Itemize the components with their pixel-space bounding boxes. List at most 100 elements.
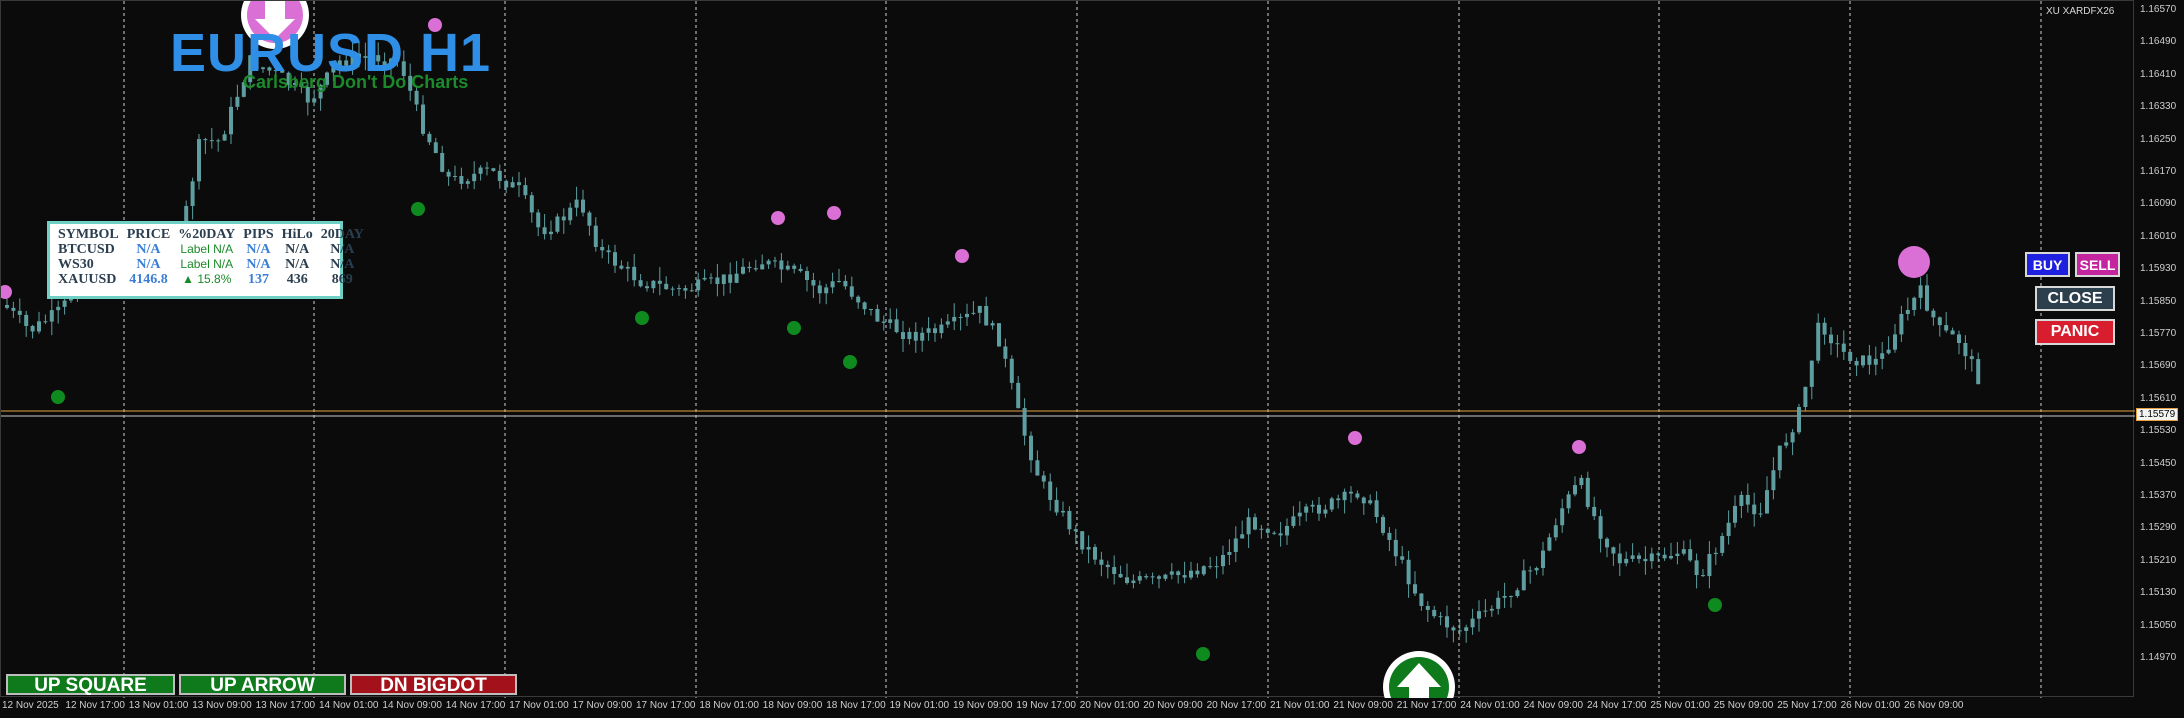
candle-body: [523, 185, 528, 196]
candle-body: [843, 280, 848, 287]
candle-body: [1649, 553, 1654, 562]
candle-body: [1457, 630, 1462, 632]
candle-body: [1765, 490, 1769, 514]
panel-row: BTCUSD N/A Label N/A N/A N/A N/A: [54, 242, 368, 257]
panel-symbol: WS30: [58, 257, 94, 272]
candle-body: [779, 260, 784, 270]
chart-area[interactable]: [0, 0, 2135, 698]
candle-body: [1393, 539, 1398, 557]
candle-body: [1419, 593, 1424, 606]
candle-body: [197, 139, 201, 182]
candle-body: [1822, 322, 1827, 335]
candle-body: [1259, 528, 1264, 530]
time-axis-label: 14 Nov 17:00: [445, 700, 506, 711]
candle-body: [702, 277, 707, 280]
panel-hilo: 436: [286, 272, 308, 287]
candle-body: [1560, 508, 1565, 526]
candle-body: [670, 288, 675, 290]
candle-body: [1201, 566, 1206, 575]
sell-signal-dot: [955, 249, 969, 263]
candle-body: [862, 302, 867, 310]
candle-body: [1157, 576, 1161, 579]
candle-body: [235, 96, 240, 107]
candle-body: [1022, 408, 1027, 436]
candle-body: [1253, 517, 1257, 530]
close-button[interactable]: CLOSE: [2035, 286, 2115, 311]
candle-body: [5, 305, 9, 308]
candle-body: [709, 277, 713, 279]
candle-body: [485, 167, 489, 169]
candle-body: [926, 328, 931, 333]
price-axis-label: 1.16170: [2140, 166, 2177, 177]
candle-body: [427, 133, 432, 143]
buy-button[interactable]: BUY: [2025, 252, 2070, 277]
up-square-button[interactable]: UP SQUARE: [6, 674, 175, 695]
candle-body: [465, 181, 470, 184]
panel-20day: N/A: [330, 257, 355, 272]
candle-body: [907, 331, 912, 340]
time-axis-label: 21 Nov 09:00: [1333, 700, 1393, 711]
candle-body: [1278, 533, 1283, 536]
candle-body: [1317, 504, 1321, 514]
candle-body: [984, 305, 989, 326]
candle-body: [510, 182, 515, 188]
time-axis-label: 17 Nov 17:00: [636, 700, 696, 711]
price-chart[interactable]: [1, 1, 2135, 698]
sell-button[interactable]: SELL: [2075, 252, 2120, 277]
candle-body: [1368, 500, 1373, 504]
candle-body: [1976, 359, 1981, 385]
candle-body: [561, 216, 566, 221]
time-axis-label: 18 Nov 01:00: [699, 700, 759, 711]
candle-body: [1221, 554, 1225, 567]
candle-body: [555, 216, 560, 232]
candle-body: [1304, 506, 1309, 513]
panel-price: N/A: [136, 242, 161, 257]
candle-body: [1944, 325, 1949, 331]
candle-body: [1381, 517, 1385, 533]
candle-body: [734, 273, 739, 283]
candle-body: [1144, 576, 1149, 578]
sell-signal-dot: [1898, 246, 1930, 278]
candle-body: [1336, 498, 1341, 501]
candle-body: [894, 319, 899, 333]
candle-body: [1541, 550, 1545, 568]
candle-body: [1585, 477, 1590, 507]
candle-body: [69, 298, 73, 301]
up-arrow-button[interactable]: UP ARROW: [179, 674, 346, 695]
candle-body: [1720, 536, 1725, 553]
candle-body: [1873, 358, 1878, 365]
candle-body: [875, 308, 880, 322]
time-axis-label: 19 Nov 01:00: [889, 700, 950, 711]
candle-body: [939, 324, 944, 334]
candle-body: [1707, 553, 1712, 577]
candle-body: [433, 142, 438, 153]
time-axis-label: 14 Nov 01:00: [319, 700, 379, 711]
candle-body: [1464, 627, 1469, 631]
time-axis-label: 24 Nov 17:00: [1587, 700, 1647, 711]
candle-body: [1752, 504, 1757, 515]
candle-body: [1630, 555, 1635, 559]
price-axis-label: 1.15930: [2140, 263, 2177, 275]
candle-body: [1553, 525, 1558, 538]
panel-header-price: PRICE: [126, 227, 171, 242]
candle-body: [600, 246, 605, 251]
candle-body: [1208, 566, 1213, 568]
candle-body: [1688, 549, 1693, 561]
candle-body: [49, 310, 54, 322]
candle-body: [1137, 576, 1142, 581]
price-axis-label: 1.15050: [2140, 619, 2177, 631]
candle-body: [1899, 313, 1904, 335]
panel-20day: 869: [331, 272, 353, 287]
price-axis-label: 1.16250: [2140, 133, 2177, 145]
candle-body: [1809, 360, 1814, 387]
price-axis-label: 1.15370: [2140, 490, 2177, 501]
panic-button[interactable]: PANIC: [2035, 319, 2115, 345]
dn-bigdot-button[interactable]: DN BIGDOT: [350, 674, 517, 695]
panel-header-pips: PIPS: [243, 227, 274, 242]
candle-body: [312, 98, 317, 103]
panel-price: N/A: [136, 257, 161, 272]
candle-body: [1086, 547, 1091, 550]
candle-body: [792, 265, 797, 269]
panel-pct-label: Label: [180, 242, 210, 256]
candle-body: [1534, 567, 1539, 571]
